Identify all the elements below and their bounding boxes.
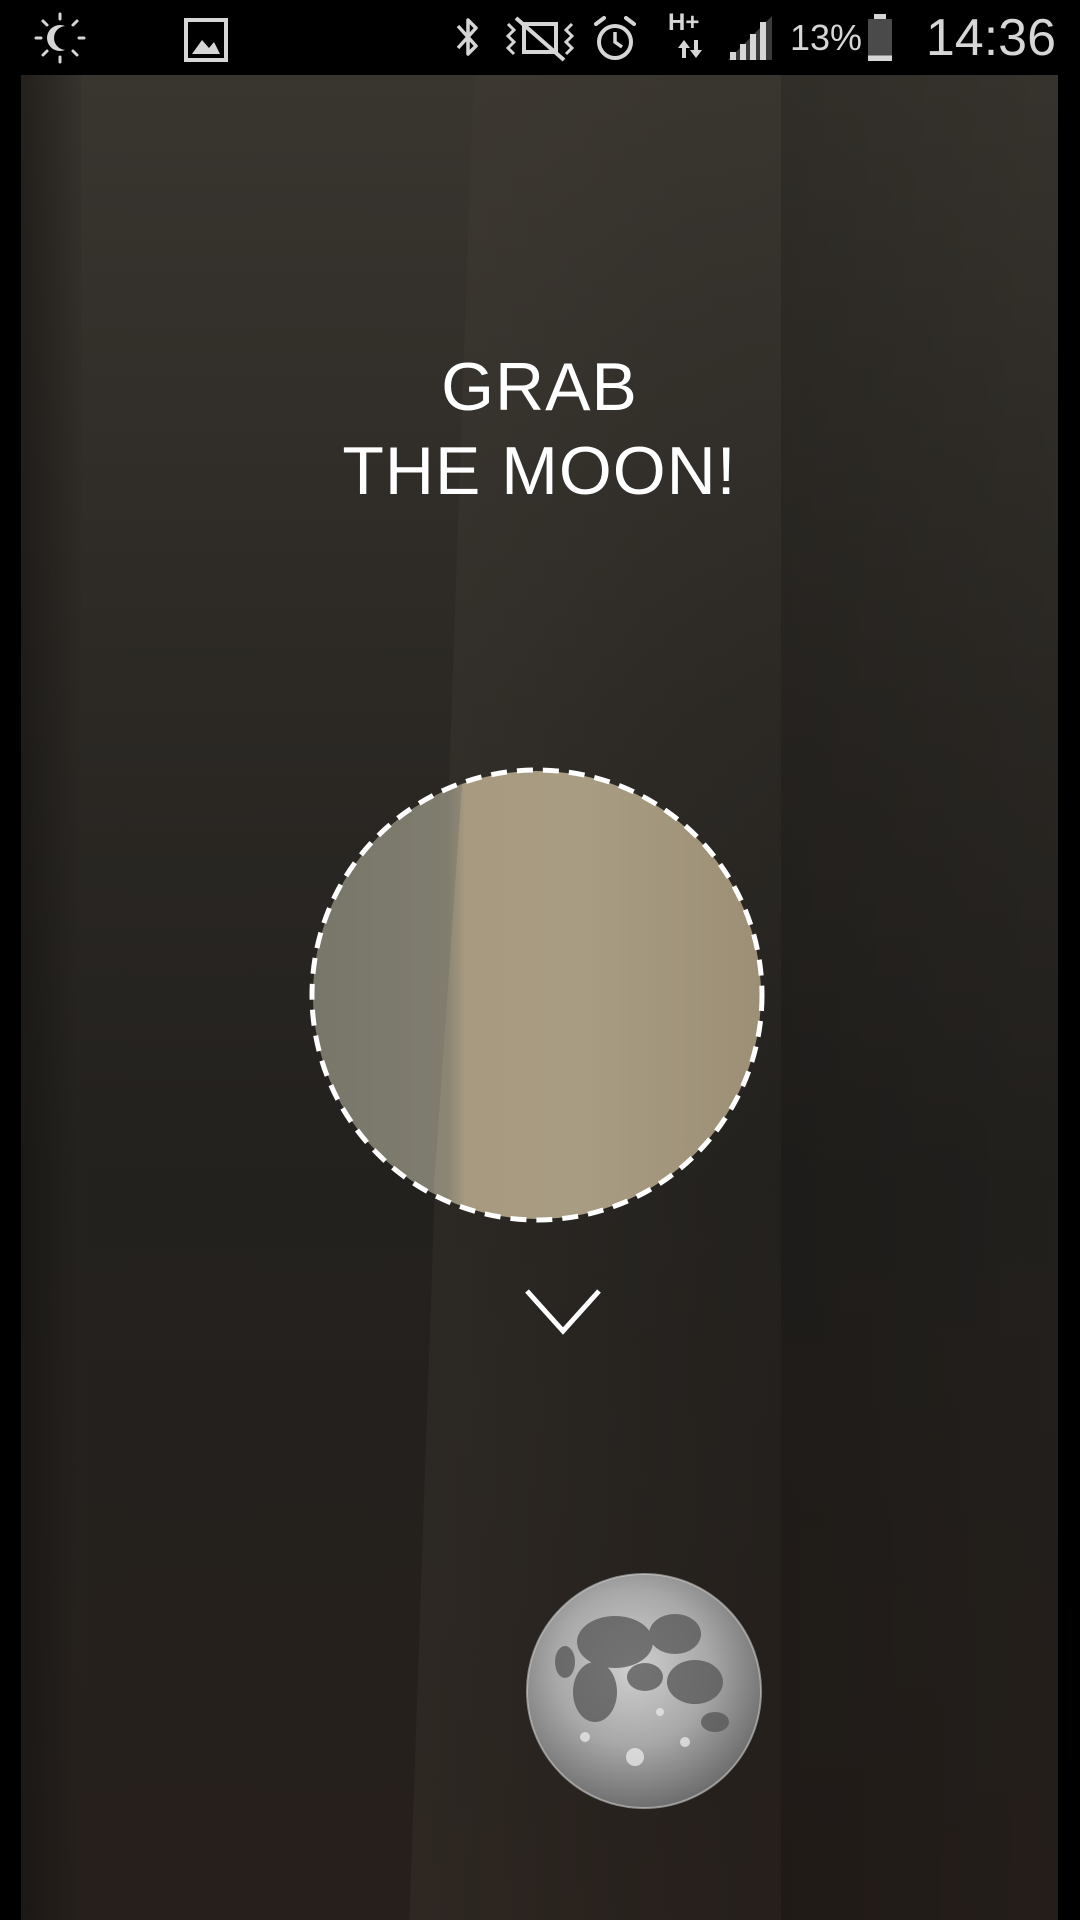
moon-draggable[interactable] <box>525 1572 763 1810</box>
chevron-down-icon <box>525 1289 601 1335</box>
network-icon <box>678 40 702 58</box>
app-background: GRAB THE MOON! <box>21 75 1058 1920</box>
gallery-icon <box>184 18 228 62</box>
status-bar: H+ 13% 14:36 <box>0 0 1080 75</box>
clock-time: 14:36 <box>925 9 1056 67</box>
battery-icon <box>868 14 892 61</box>
signal-icon <box>728 16 772 60</box>
brightness-icon <box>34 12 86 64</box>
title-line-2: THE MOON! <box>342 433 737 509</box>
vibrate-icon <box>505 16 575 62</box>
title-line-1: GRAB <box>441 349 638 425</box>
alarm-icon <box>594 16 636 60</box>
dashed-target-ring <box>309 767 765 1223</box>
bluetooth-icon <box>456 18 478 56</box>
page-title: GRAB THE MOON! <box>21 345 1058 513</box>
battery-percent-label: 13% <box>790 17 863 58</box>
